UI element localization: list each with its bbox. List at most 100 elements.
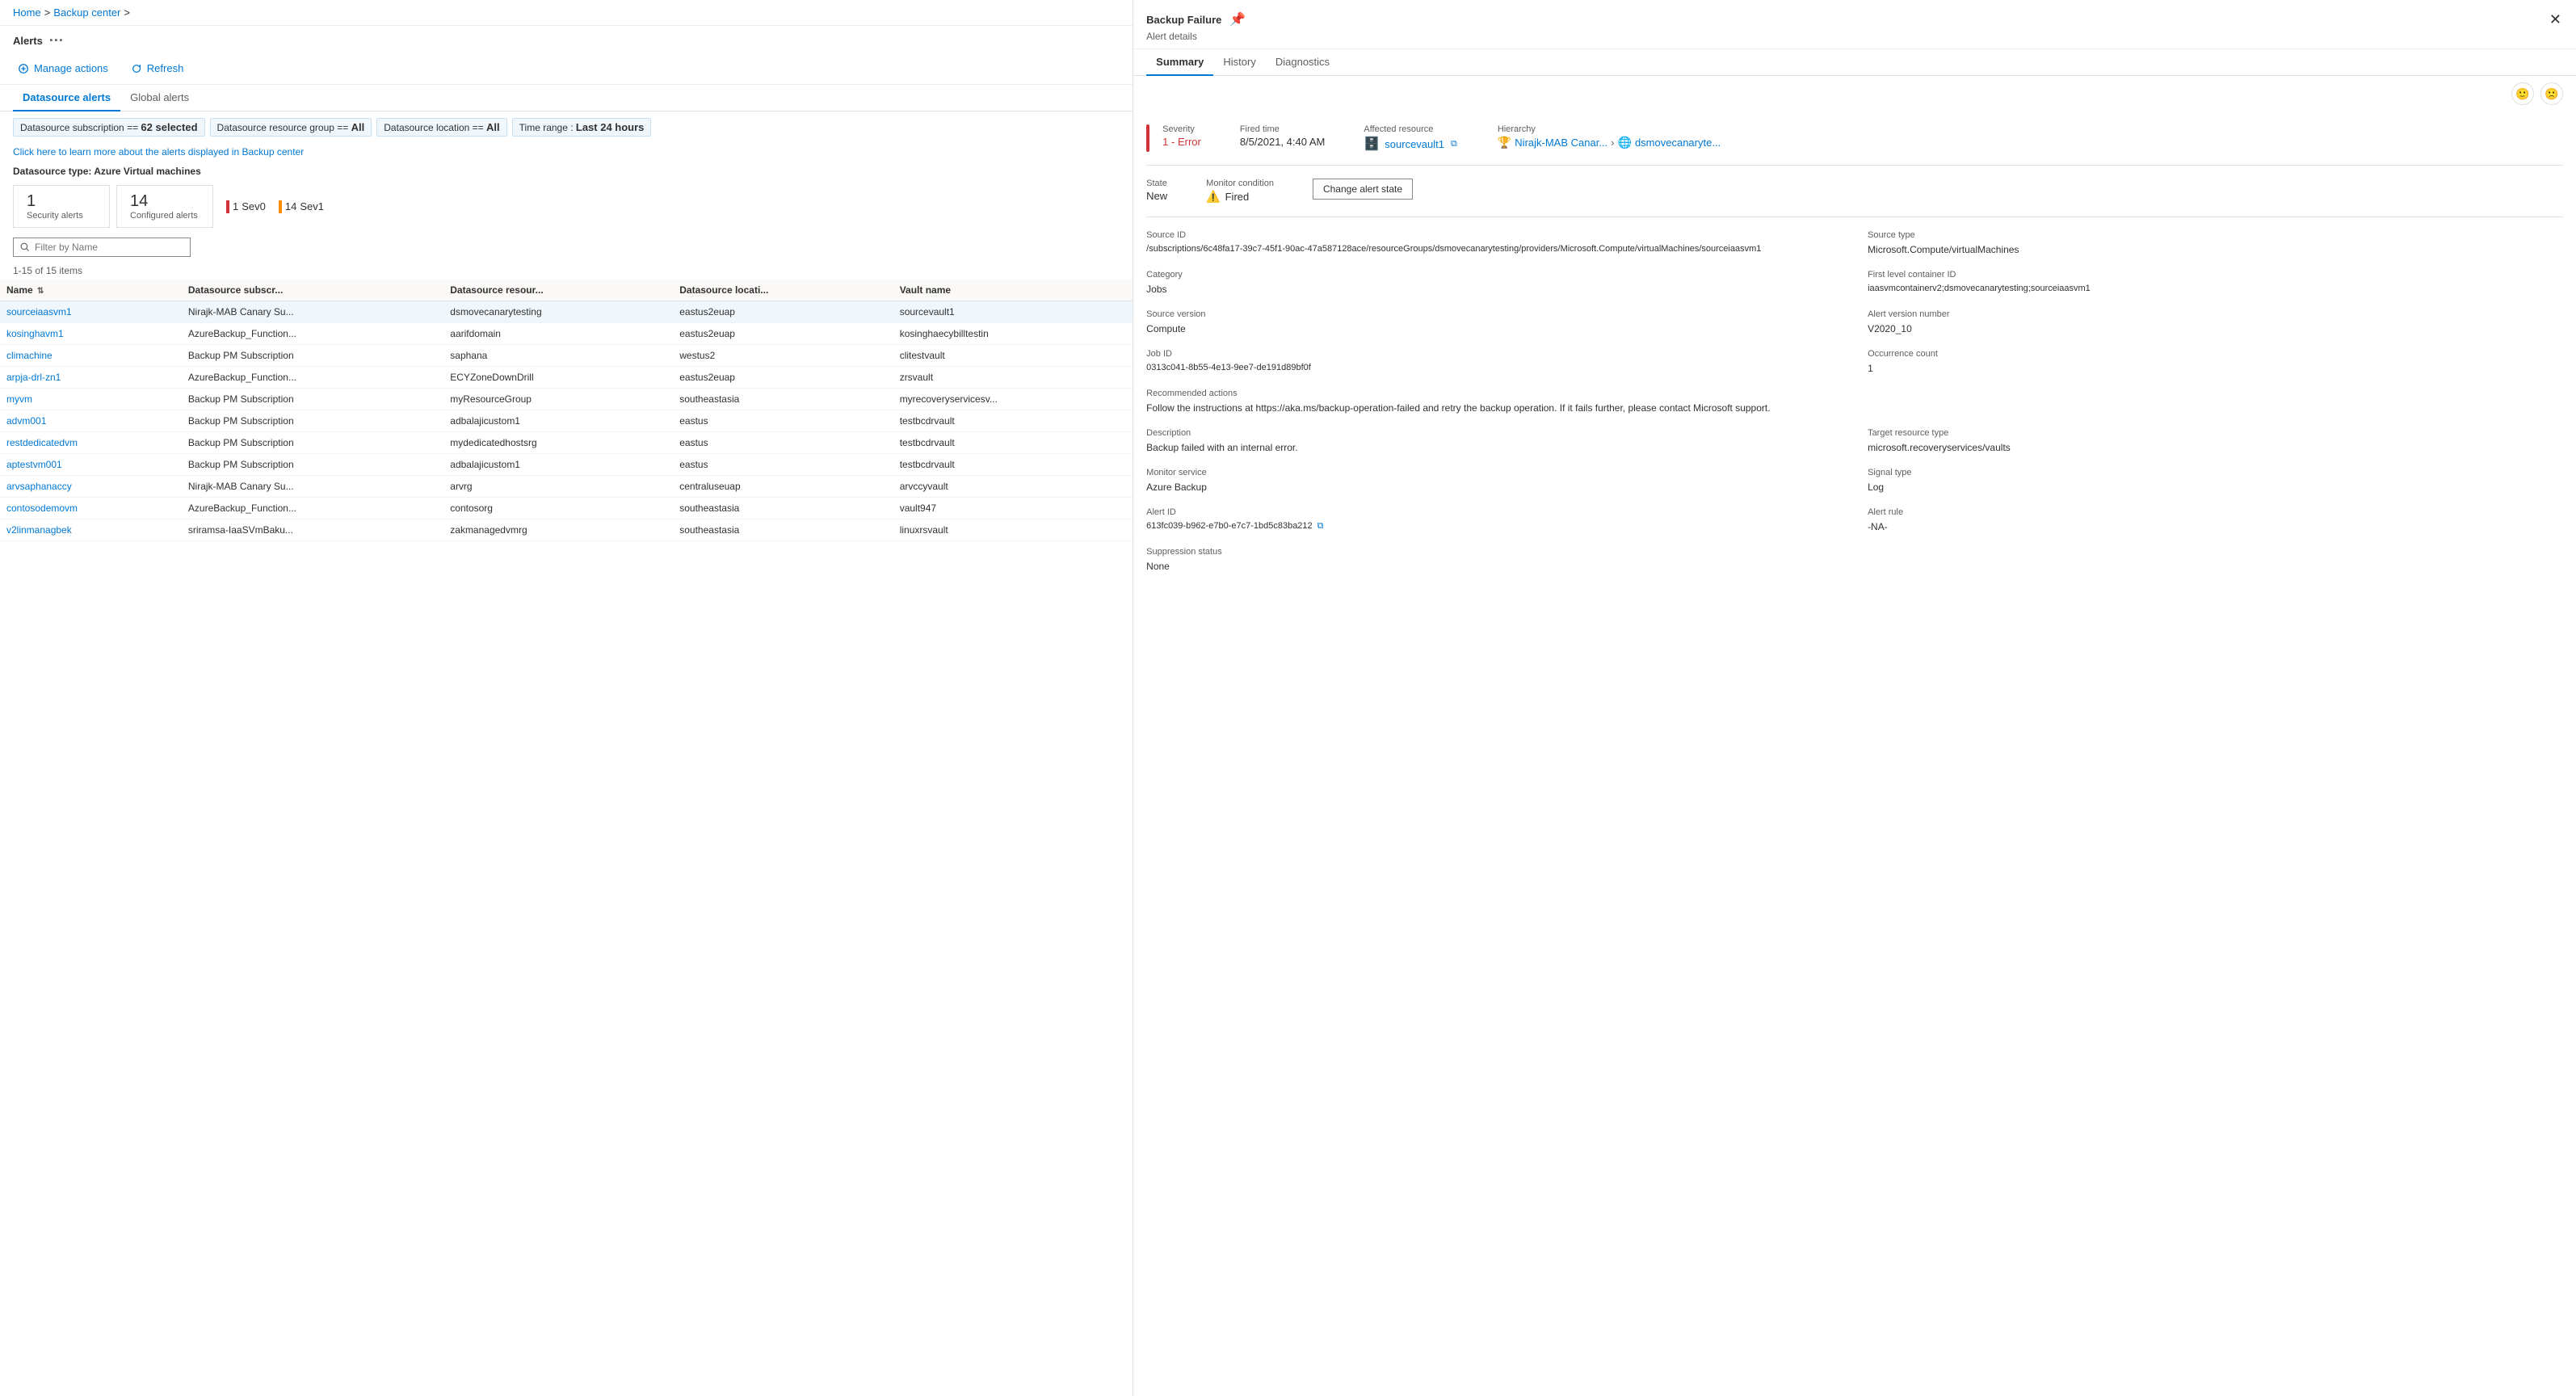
right-panel: Backup Failure 📌 Alert details ✕ Summary… [1133, 0, 2576, 1396]
tab-summary[interactable]: Summary [1146, 49, 1213, 76]
cell-resource_group: ECYZoneDownDrill [443, 367, 673, 389]
cell-subscription: Nirajk-MAB Canary Su... [182, 301, 443, 323]
cell-vault: vault947 [893, 498, 1133, 519]
breadcrumb-home[interactable]: Home [13, 6, 41, 19]
cell-name: contosodemovm [0, 498, 182, 519]
refresh-button[interactable]: Refresh [126, 59, 189, 78]
table-row[interactable]: restdedicatedvmBackup PM Subscriptionmyd… [0, 432, 1133, 454]
thumbs-up-button[interactable]: 🙂 [2511, 82, 2534, 105]
thumbs-down-button[interactable]: 🙁 [2540, 82, 2563, 105]
col-vault[interactable]: Vault name [893, 280, 1133, 301]
source-id-item: Source ID /subscriptions/6c48fa17-39c7-4… [1146, 230, 1842, 257]
job-id-item: Job ID 0313c041-8b55-4e13-9ee7-de191d89b… [1146, 349, 1842, 376]
monitor-condition-block: Monitor condition ⚠️ Fired [1206, 179, 1274, 204]
filter-time-range[interactable]: Time range : Last 24 hours [512, 118, 652, 137]
col-resource-group[interactable]: Datasource resour... [443, 280, 673, 301]
tab-diagnostics[interactable]: Diagnostics [1266, 49, 1339, 76]
table-row[interactable]: contosodemovmAzureBackup_Function...cont… [0, 498, 1133, 519]
table-row[interactable]: arpja-drl-zn1AzureBackup_Function...ECYZ… [0, 367, 1133, 389]
cell-resource_group: arvrg [443, 476, 673, 498]
cell-vault: arvccyvault [893, 476, 1133, 498]
tab-datasource[interactable]: Datasource alerts [13, 85, 120, 111]
suppression-status-item: Suppression status None [1146, 547, 1842, 574]
change-alert-state-button[interactable]: Change alert state [1313, 179, 1413, 200]
configured-alerts-card[interactable]: 14 Configured alerts [116, 185, 213, 228]
filter-location[interactable]: Datasource location == All [376, 118, 506, 137]
monitor-service-item: Monitor service Azure Backup [1146, 468, 1842, 494]
alert-id-item: Alert ID 613fc039-b962-e7b0-e7c7-1bd5c83… [1146, 507, 1842, 534]
breadcrumb-backup-center[interactable]: Backup center [53, 6, 120, 19]
copy-resource-button[interactable]: ⧉ [1449, 139, 1459, 149]
detail-tabs: Summary History Diagnostics [1133, 49, 2576, 76]
hierarchy-item-1[interactable]: Nirajk-MAB Canar... [1515, 137, 1607, 149]
change-state-block: Change alert state [1313, 179, 1413, 200]
cell-location: eastus2euap [673, 323, 893, 345]
tab-history[interactable]: History [1213, 49, 1265, 76]
table-row[interactable]: sourceiaasvm1Nirajk-MAB Canary Su...dsmo… [0, 301, 1133, 323]
cell-location: eastus2euap [673, 367, 893, 389]
hierarchy-item-2[interactable]: dsmovecanaryte... [1635, 137, 1721, 149]
cell-vault: testbcdrvault [893, 454, 1133, 476]
warning-icon: ⚠️ [1206, 190, 1220, 204]
table-row[interactable]: arvsaphanaccyNirajk-MAB Canary Su...arvr… [0, 476, 1133, 498]
table-row[interactable]: climachineBackup PM Subscriptionsaphanaw… [0, 345, 1133, 367]
manage-actions-button[interactable]: Manage actions [13, 59, 113, 78]
panel-title: Backup Failure 📌 [1146, 10, 1247, 29]
state-row: State New Monitor condition ⚠️ Fired Cha… [1146, 179, 2563, 217]
target-resource-type-item: Target resource type microsoft.recoverys… [1868, 428, 2563, 455]
cell-location: eastus2euap [673, 301, 893, 323]
left-panel: Home > Backup center > Alerts ··· Manage… [0, 0, 1133, 1396]
first-level-container-item: First level container ID iaasvmcontainer… [1868, 270, 2563, 296]
cell-location: southeastasia [673, 389, 893, 410]
sev1-bar [279, 200, 282, 213]
severity-row: Severity 1 - Error Fired time 8/5/2021, … [1146, 124, 2563, 166]
col-name[interactable]: Name ⇅ [0, 280, 182, 301]
table-row[interactable]: aptestvm001Backup PM Subscriptionadbalaj… [0, 454, 1133, 476]
state-block: State New [1146, 179, 1167, 202]
recommended-actions-item: Recommended actions Follow the instructi… [1146, 389, 2563, 415]
more-options-button[interactable]: ··· [49, 32, 64, 49]
affected-resource-block: Affected resource 🗄️ sourcevault1 ⧉ [1364, 124, 1459, 152]
col-location[interactable]: Datasource locati... [673, 280, 893, 301]
filter-resource-group[interactable]: Datasource resource group == All [210, 118, 372, 137]
cell-vault: kosinghaecybilltestin [893, 323, 1133, 345]
cell-name: arpja-drl-zn1 [0, 367, 182, 389]
security-alerts-card[interactable]: 1 Security alerts [13, 185, 110, 228]
cell-vault: clitestvault [893, 345, 1133, 367]
table-row[interactable]: v2linmanagbeksriramsa-IaaSVmBaku...zakma… [0, 519, 1133, 541]
category-item: Category Jobs [1146, 270, 1842, 296]
cell-subscription: Backup PM Subscription [182, 432, 443, 454]
col-subscription[interactable]: Datasource subscr... [182, 280, 443, 301]
hierarchy-row: 🏆 Nirajk-MAB Canar... › 🌐 dsmovecanaryte… [1498, 136, 1721, 149]
learn-more-link[interactable]: Click here to learn more about the alert… [0, 143, 1133, 161]
table-row[interactable]: advm001Backup PM Subscriptionadbalajicus… [0, 410, 1133, 432]
cell-subscription: Backup PM Subscription [182, 454, 443, 476]
copy-alert-id-button[interactable]: ⧉ [1316, 521, 1326, 532]
refresh-icon [131, 63, 142, 74]
main-tabs: Datasource alerts Global alerts [0, 85, 1133, 111]
cell-vault: linuxrsvault [893, 519, 1133, 541]
search-box[interactable] [13, 238, 191, 257]
cell-name: advm001 [0, 410, 182, 432]
search-input[interactable] [35, 242, 183, 253]
tab-global[interactable]: Global alerts [120, 85, 199, 111]
cell-location: southeastasia [673, 519, 893, 541]
source-type-item: Source type Microsoft.Compute/virtualMac… [1868, 230, 2563, 257]
affected-resource-link[interactable]: sourcevault1 [1385, 138, 1444, 150]
table-row[interactable]: myvmBackup PM SubscriptionmyResourceGrou… [0, 389, 1133, 410]
cell-name: arvsaphanaccy [0, 476, 182, 498]
cell-name: kosinghavm1 [0, 323, 182, 345]
table-row[interactable]: kosinghavm1AzureBackup_Function...aarifd… [0, 323, 1133, 345]
page-title: Alerts ··· [0, 26, 1133, 53]
sev0-bar [226, 200, 229, 213]
cell-resource_group: saphana [443, 345, 673, 367]
close-button[interactable]: ✕ [2548, 10, 2563, 30]
filter-subscription[interactable]: Datasource subscription == 62 selected [13, 118, 205, 137]
manage-icon [18, 63, 29, 74]
cell-subscription: AzureBackup_Function... [182, 498, 443, 519]
source-version-item: Source version Compute [1146, 309, 1842, 336]
detail-content: Severity 1 - Error Fired time 8/5/2021, … [1133, 111, 2576, 1396]
pin-button[interactable]: 📌 [1228, 10, 1247, 29]
cell-name: v2linmanagbek [0, 519, 182, 541]
cell-name: climachine [0, 345, 182, 367]
